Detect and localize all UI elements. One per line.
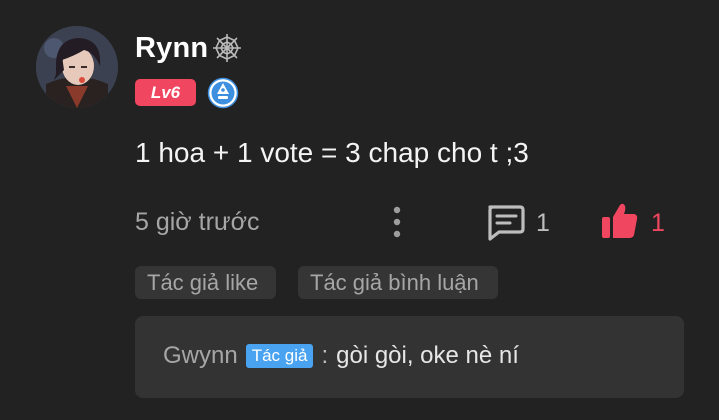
reply-count: 1 [536,209,550,237]
like-count: 1 [651,209,665,237]
reply-preview[interactable]: Gwynn Tác giả : gòi gòi, oke nè ní [135,316,684,398]
reply-line: Gwynn Tác giả : gòi gòi, oke nè ní [163,342,519,370]
avatar[interactable] [36,26,118,108]
thumbs-up-icon[interactable] [599,200,641,242]
tag-author-comment: Tác giả bình luận [298,266,498,299]
timestamp: 5 giờ trước [135,208,260,236]
tag-author-like: Tác giả like [135,266,276,299]
spider-web-icon [210,31,244,65]
comment-text: 1 hoa + 1 vote = 3 chap cho t ;3 [135,137,529,168]
reply-author[interactable]: Gwynn [163,342,238,370]
username[interactable]: Rynn [135,31,244,65]
verified-badge-icon [207,77,239,109]
comment-icon[interactable] [484,202,526,242]
avatar-image [36,26,118,108]
reply-separator: : [321,342,329,369]
username-text: Rynn [135,31,209,64]
reply-text: gòi gòi, oke nè ní [336,342,519,369]
author-badge: Tác giả [245,344,314,368]
more-vertical-icon[interactable] [386,203,408,241]
level-badge: Lv6 [135,79,196,106]
